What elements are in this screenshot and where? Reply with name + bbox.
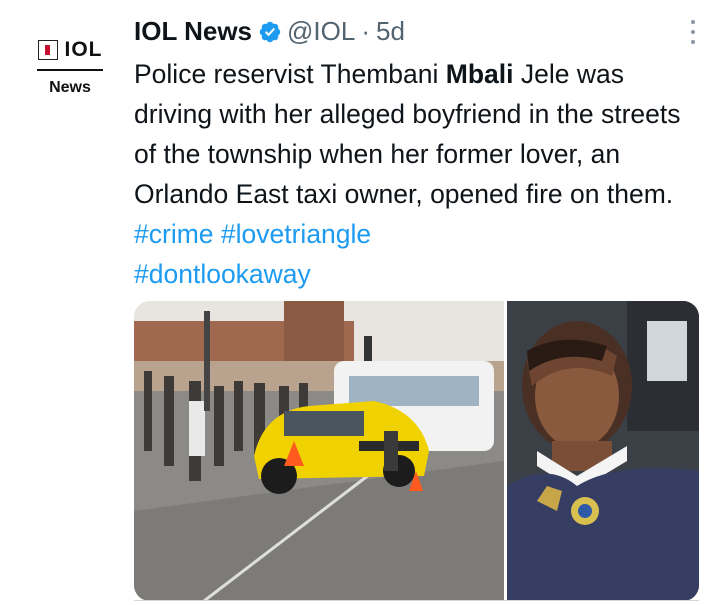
verified-badge-icon [259,21,281,42]
tweet-text-bold: Mbali [445,59,514,89]
logo-brand-text: IOL [64,38,103,61]
hashtag-lovetriangle[interactable]: #lovetriangle [221,219,371,249]
media-photo-crime-scene[interactable] [134,301,504,601]
more-options-icon[interactable] [688,20,698,44]
hashtag-crime[interactable]: #crime [134,219,214,249]
separator-dot: · [361,16,370,46]
tweet-media[interactable] [134,301,699,601]
media-photo-portrait[interactable] [504,301,699,601]
tweet-age[interactable]: 5d [376,16,405,47]
author-handle[interactable]: @IOL [287,16,355,47]
hashtag-dontlookaway[interactable]: #dontlookaway [134,259,311,289]
tweet-header: IOL News @IOL · 5d [134,16,405,47]
logo-subtitle: News [49,79,91,96]
author-name[interactable]: IOL News [134,16,252,47]
logo-divider [37,69,103,71]
tweet-text-part1: Police reservist Thembani [134,59,446,89]
iol-logo-mark [37,40,58,60]
iol-logo: IOL [37,38,103,62]
media-bottom-border [134,600,699,601]
tweet-text: Police reservist Thembani Mbali Jele was… [134,54,704,294]
avatar[interactable]: IOL News [22,20,118,116]
